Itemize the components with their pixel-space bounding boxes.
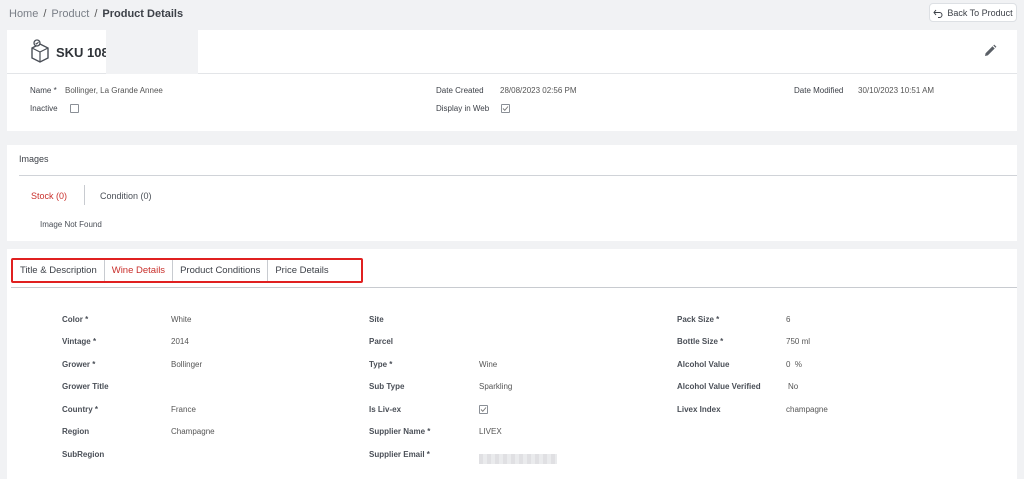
tab-title-description[interactable]: Title & Description	[13, 260, 105, 281]
top-bar: Home / Product / Product Details Back To Pro…	[0, 0, 1024, 28]
display-in-web-checkbox[interactable]	[501, 104, 510, 113]
supplier-email-redacted	[479, 454, 557, 464]
pack-size-value: 6	[786, 315, 791, 324]
country-value: France	[171, 405, 196, 414]
color-value: White	[171, 315, 192, 324]
bottle-size-value: 750 ml	[786, 337, 811, 346]
sku-header: SKU 1081	[7, 30, 1017, 74]
alcohol-value-label: Alcohol Value	[677, 360, 730, 369]
breadcrumb-separator: /	[43, 8, 47, 20]
pencil-icon[interactable]	[983, 44, 997, 58]
subregion-label: SubRegion	[62, 450, 105, 459]
date-created-value: 28/08/2023 02:56 PM	[500, 86, 577, 95]
grower-title-label: Grower Title	[62, 382, 109, 391]
is-livex-checkbox[interactable]	[479, 405, 488, 414]
alcohol-verified-value: No	[788, 382, 799, 391]
tab-wine-details[interactable]: Wine Details	[105, 260, 174, 281]
pack-size-label: Pack Size *	[677, 315, 720, 324]
type-value: Wine	[479, 360, 498, 369]
date-created-label: Date Created	[436, 86, 484, 95]
breadcrumb-home[interactable]: Home	[9, 8, 38, 20]
vintage-label: Vintage *	[62, 337, 97, 346]
tab-condition[interactable]: Condition (0)	[100, 191, 152, 201]
details-divider	[11, 287, 1017, 288]
box-icon	[31, 39, 49, 63]
images-divider	[19, 175, 1017, 176]
image-not-found-text: Image Not Found	[40, 220, 102, 229]
images-section-title: Images	[19, 154, 49, 164]
region-label: Region	[62, 427, 90, 436]
vintage-value: 2014	[171, 337, 189, 346]
checkmark-icon	[480, 407, 487, 412]
images-card: Images Stock (0) Condition (0) Image Not…	[7, 145, 1017, 241]
color-label: Color *	[62, 315, 89, 324]
sub-type-value: Sparkling	[479, 382, 513, 391]
sub-type-label: Sub Type	[369, 382, 405, 391]
checkmark-icon	[502, 106, 509, 111]
livex-index-value: champagne	[786, 405, 828, 414]
supplier-email-label: Supplier Email *	[369, 450, 430, 459]
display-in-web-label: Display in Web	[436, 104, 490, 113]
name-label: Name *	[30, 86, 57, 95]
back-to-product-button[interactable]: Back To Product	[929, 3, 1017, 22]
inactive-checkbox[interactable]	[70, 104, 79, 113]
country-label: Country *	[62, 405, 98, 414]
supplier-name-label: Supplier Name *	[369, 427, 431, 436]
date-modified-label: Date Modified	[794, 86, 844, 95]
inactive-label: Inactive	[30, 104, 58, 113]
tab-price-details[interactable]: Price Details	[268, 260, 335, 281]
supplier-name-value: LIVEX	[479, 427, 502, 436]
back-to-product-label: Back To Product	[947, 7, 1013, 18]
type-label: Type *	[369, 360, 393, 369]
back-arrow-icon	[933, 9, 943, 18]
detail-tabs: Title & Description Wine Details Product…	[11, 258, 363, 283]
parcel-label: Parcel	[369, 337, 394, 346]
sku-redacted-area	[106, 30, 198, 74]
alcohol-verified-label: Alcohol Value Verified	[677, 382, 761, 391]
date-modified-value: 30/10/2023 10:51 AM	[858, 86, 935, 95]
sku-card: SKU 1081 Name * Bollinger, La Grande Ann…	[7, 30, 1017, 131]
site-label: Site	[369, 315, 384, 324]
name-value: Bollinger, La Grande Annee	[65, 86, 163, 95]
tab-stock[interactable]: Stock (0)	[31, 191, 67, 201]
breadcrumb: Home / Product / Product Details	[9, 8, 183, 20]
breadcrumb-current: Product Details	[102, 8, 184, 20]
is-livex-label: Is Liv-ex	[369, 405, 402, 414]
alcohol-value-value: 0 %	[786, 360, 803, 369]
tab-product-conditions[interactable]: Product Conditions	[173, 260, 269, 281]
region-value: Champagne	[171, 427, 215, 436]
grower-value: Bollinger	[171, 360, 203, 369]
grower-label: Grower *	[62, 360, 96, 369]
image-tab-divider	[84, 185, 85, 205]
livex-index-label: Livex Index	[677, 405, 721, 414]
breadcrumb-separator: /	[94, 8, 98, 20]
details-card: Title & Description Wine Details Product…	[7, 249, 1017, 479]
bottle-size-label: Bottle Size *	[677, 337, 724, 346]
breadcrumb-product[interactable]: Product	[51, 8, 89, 20]
